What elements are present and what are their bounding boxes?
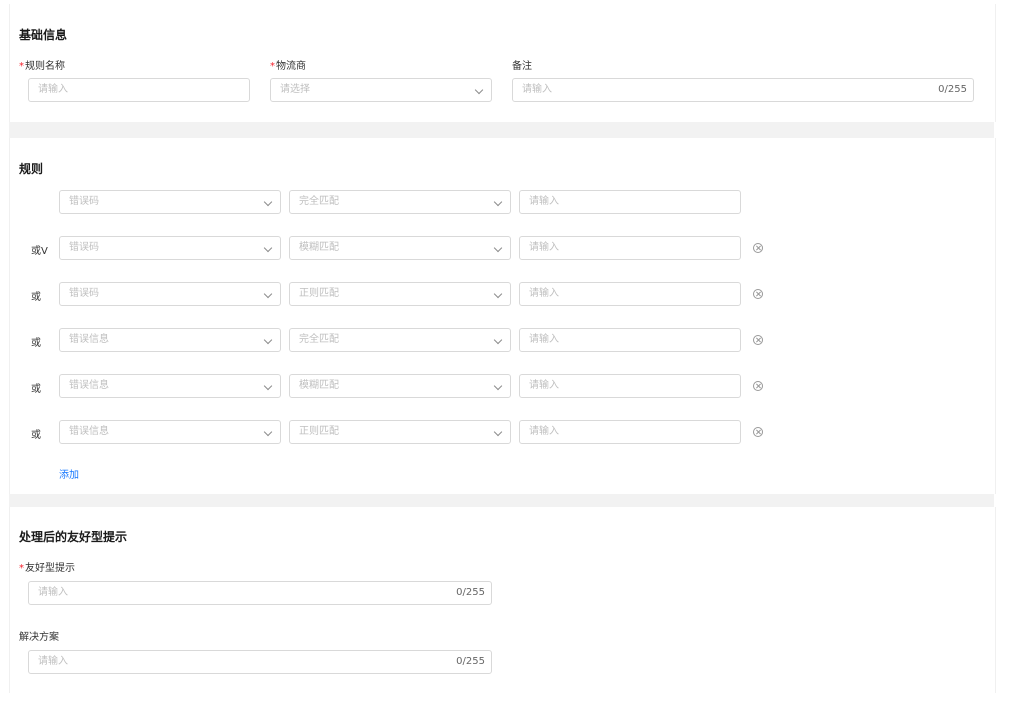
match-mode-value: 完全匹配 (299, 334, 339, 345)
friendly-tip-label: *友好型提示 (19, 563, 75, 574)
rule-value-placeholder: 请输入 (529, 334, 559, 345)
remove-rule-icon[interactable] (753, 427, 763, 437)
solution-label: 解决方案 (19, 632, 59, 643)
match-mode-select[interactable]: 完全匹配 (289, 190, 511, 214)
or-label: 或 (31, 384, 41, 395)
rule-value-input[interactable]: 请输入 (519, 328, 741, 352)
chevron-down-icon (263, 335, 273, 345)
solution-input[interactable]: 请输入 0/255 (28, 650, 492, 674)
rule-type-value: 错误信息 (69, 380, 109, 391)
remark-label: 备注 (512, 61, 532, 72)
remark-counter: 0/255 (938, 84, 967, 95)
rule-value-input[interactable]: 请输入 (519, 190, 741, 214)
section-title-basic-info: 基础信息 (19, 28, 68, 42)
match-mode-select[interactable]: 正则匹配 (289, 282, 511, 306)
match-mode-value: 模糊匹配 (299, 380, 339, 391)
or-label: 或 (31, 338, 41, 349)
friendly-tip-counter: 0/255 (456, 587, 485, 598)
match-mode-value: 正则匹配 (299, 288, 339, 299)
friendly-tip-input[interactable]: 请输入 0/255 (28, 581, 492, 605)
rule-type-select[interactable]: 错误信息 (59, 374, 281, 398)
match-mode-select[interactable]: 模糊匹配 (289, 374, 511, 398)
remove-rule-icon[interactable] (753, 381, 763, 391)
rule-value-input[interactable]: 请输入 (519, 374, 741, 398)
friendly-tip-placeholder: 请输入 (38, 587, 68, 598)
chevron-down-icon (474, 85, 484, 95)
rule-value-placeholder: 请输入 (529, 242, 559, 253)
or-label: 或 (31, 292, 41, 303)
rule-type-value: 错误信息 (69, 426, 109, 437)
rule-type-value: 错误码 (69, 288, 99, 299)
chevron-down-icon (493, 289, 503, 299)
match-mode-value: 模糊匹配 (299, 242, 339, 253)
remark-input[interactable]: 请输入 0/255 (512, 78, 974, 102)
section-divider (9, 494, 994, 507)
rule-value-placeholder: 请输入 (529, 288, 559, 299)
chevron-down-icon (493, 381, 503, 391)
or-label: 或V (31, 246, 48, 257)
rule-type-select[interactable]: 错误码 (59, 236, 281, 260)
solution-placeholder: 请输入 (38, 656, 68, 667)
section-title-processed: 处理后的友好型提示 (19, 530, 128, 544)
match-mode-value: 正则匹配 (299, 426, 339, 437)
match-mode-value: 完全匹配 (299, 196, 339, 207)
rule-type-select[interactable]: 错误码 (59, 190, 281, 214)
rule-value-placeholder: 请输入 (529, 196, 559, 207)
remove-rule-icon[interactable] (753, 289, 763, 299)
chevron-down-icon (493, 243, 503, 253)
chevron-down-icon (493, 335, 503, 345)
rule-type-select[interactable]: 错误信息 (59, 328, 281, 352)
match-mode-select[interactable]: 正则匹配 (289, 420, 511, 444)
section-divider (9, 122, 994, 138)
carrier-select[interactable]: 请选择 (270, 78, 492, 102)
rule-name-label: *规则名称 (19, 61, 65, 72)
rule-type-select[interactable]: 错误码 (59, 282, 281, 306)
chevron-down-icon (263, 243, 273, 253)
rule-type-value: 错误码 (69, 242, 99, 253)
rule-name-input[interactable]: 请输入 (28, 78, 250, 102)
chevron-down-icon (263, 381, 273, 391)
add-rule-button[interactable]: 添加 (59, 466, 79, 481)
remove-rule-icon[interactable] (753, 243, 763, 253)
rule-value-placeholder: 请输入 (529, 426, 559, 437)
rule-value-input[interactable]: 请输入 (519, 420, 741, 444)
rule-value-input[interactable]: 请输入 (519, 282, 741, 306)
chevron-down-icon (493, 427, 503, 437)
solution-counter: 0/255 (456, 656, 485, 667)
chevron-down-icon (493, 197, 503, 207)
rule-name-placeholder: 请输入 (38, 84, 68, 95)
rule-type-value: 错误信息 (69, 334, 109, 345)
remark-placeholder: 请输入 (522, 84, 552, 95)
carrier-placeholder: 请选择 (280, 84, 310, 95)
match-mode-select[interactable]: 模糊匹配 (289, 236, 511, 260)
section-title-rules: 规则 (19, 162, 44, 176)
chevron-down-icon (263, 289, 273, 299)
remove-rule-icon[interactable] (753, 335, 763, 345)
chevron-down-icon (263, 427, 273, 437)
rule-value-placeholder: 请输入 (529, 380, 559, 391)
chevron-down-icon (263, 197, 273, 207)
rule-value-input[interactable]: 请输入 (519, 236, 741, 260)
basic-info-section (9, 4, 996, 122)
carrier-label: *物流商 (270, 61, 306, 72)
match-mode-select[interactable]: 完全匹配 (289, 328, 511, 352)
or-label: 或 (31, 430, 41, 441)
rule-type-select[interactable]: 错误信息 (59, 420, 281, 444)
rule-type-value: 错误码 (69, 196, 99, 207)
